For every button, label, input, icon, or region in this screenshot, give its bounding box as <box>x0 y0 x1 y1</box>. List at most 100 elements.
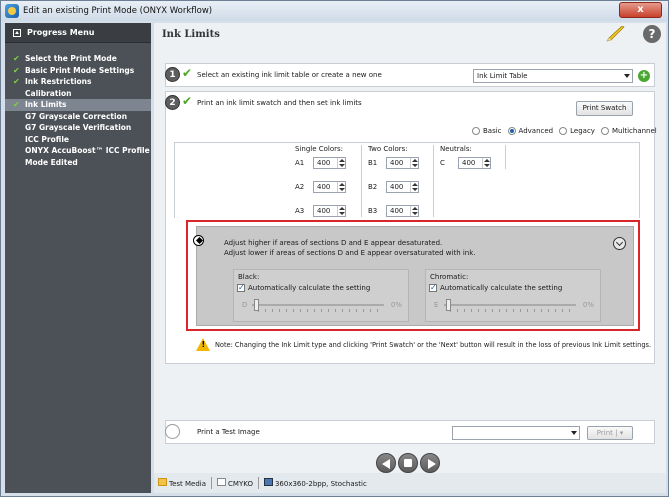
sidebar-item-label: Ink Restrictions <box>25 77 92 87</box>
radio-icon <box>600 127 609 135</box>
b2-spinner[interactable]: 400 <box>386 181 419 193</box>
ink-limit-table-dropdown[interactable]: Ink Limit Table <box>473 69 633 83</box>
radio-basic[interactable]: Basic <box>472 127 502 135</box>
window-title: Edit an existing Print Mode (ONYX Workfl… <box>23 6 213 16</box>
check-icon: ✔ <box>182 66 193 80</box>
radio-advanced[interactable]: Advanced <box>507 127 553 135</box>
step-3-panel: Print a Test Image Print | ▾ <box>165 420 655 444</box>
collapse-chevron-icon[interactable] <box>613 237 626 250</box>
close-window-button[interactable]: x <box>619 2 662 18</box>
sidebar-item-ink-restrictions[interactable]: ✔ Ink Restrictions <box>5 76 151 88</box>
ink-limit-mode-group: Basic Advanced Legacy Multichannel <box>472 127 657 135</box>
sidebar-item-g7-grayscale-correction[interactable]: G7 Grayscale Correction <box>5 111 151 123</box>
onyx-app-icon <box>5 4 19 18</box>
add-ink-limit-table-icon[interactable]: + <box>638 70 650 82</box>
sidebar-item-icc-profile[interactable]: ICC Profile <box>5 134 151 146</box>
checkbox-icon <box>237 283 245 292</box>
step-1-instruction: Select an existing ink limit table or cr… <box>197 71 382 79</box>
help-icon[interactable]: ? <box>643 25 661 43</box>
sidebar-item-ink-limits[interactable]: ✔ Ink Limits <box>5 99 151 111</box>
collapse-icon <box>13 28 21 37</box>
b1-spinner[interactable]: 400 <box>386 157 419 169</box>
progress-menu-header[interactable]: Progress Menu <box>5 23 151 43</box>
test-image-dropdown[interactable] <box>452 426 580 440</box>
chromatic-slider[interactable]: E 0% <box>434 299 594 312</box>
step-number-1: 1 <box>165 67 180 82</box>
sidebar-item-label: ONYX AccuBoost™ ICC Profile <box>25 146 150 156</box>
advanced-settings-highlight: Adjust higher if areas of sections D and… <box>186 220 640 331</box>
sidebar-item-calibration[interactable]: Calibration <box>5 88 151 100</box>
step-2-instruction: Print an ink limit swatch and then set i… <box>197 99 362 107</box>
next-button[interactable] <box>420 453 440 473</box>
radio-multichannel[interactable]: Multichannel <box>600 127 657 135</box>
single-colors-label: Single Colors: <box>295 145 344 153</box>
black-slider[interactable]: D 0% <box>242 299 402 312</box>
check-icon: ✔ <box>13 100 20 109</box>
sidebar-item-basic-print-mode-settings[interactable]: ✔ Basic Print Mode Settings <box>5 65 151 77</box>
black-value: 0% <box>390 301 402 309</box>
c-spinner[interactable]: 400 <box>458 157 491 169</box>
image-icon <box>263 478 273 486</box>
sidebar-item-label: Basic Print Mode Settings <box>25 65 135 75</box>
sidebar-item-label: Select the Print Mode <box>25 54 117 64</box>
warning-icon <box>196 338 210 351</box>
sidebar-item-label: Ink Limits <box>25 100 67 110</box>
a3-spinner[interactable]: 400 <box>313 205 346 217</box>
stop-button[interactable] <box>398 453 418 473</box>
slider-thumb[interactable] <box>446 299 451 311</box>
ink-limit-values: Single Colors: A1 400 A2 400 A3 400 Two … <box>174 142 640 218</box>
step-3-instruction: Print a Test Image <box>197 428 260 436</box>
limit-row-b2: B2 400 <box>368 181 419 193</box>
folder-icon <box>158 478 167 486</box>
a2-spinner[interactable]: 400 <box>313 181 346 193</box>
step-2-panel: 2 ✔ Print an ink limit swatch and then s… <box>165 91 657 364</box>
a1-spinner[interactable]: 400 <box>313 157 346 169</box>
chevron-down-icon <box>624 74 630 78</box>
sidebar-item-label: G7 Grayscale Verification <box>25 123 132 133</box>
advanced-instructions: Adjust higher if areas of sections D and… <box>224 239 476 257</box>
check-icon: ✔ <box>13 65 20 75</box>
progress-menu-list: ✔ Select the Print Mode ✔ Basic Print Mode … <box>5 43 151 168</box>
sidebar-item-select-the-print-mode[interactable]: ✔ Select the Print Mode <box>5 53 151 65</box>
divider <box>505 145 506 169</box>
limit-row-a3: A3 400 <box>295 205 346 217</box>
radio-icon <box>507 127 516 135</box>
title-bar: Edit an existing Print Mode (ONYX Workfl… <box>1 1 668 21</box>
black-settings-group: Black: Automatically calculate the setti… <box>233 269 409 322</box>
sidebar-item-mode-edited[interactable]: Mode Edited <box>5 157 151 169</box>
neutrals-label: Neutrals: <box>440 145 472 153</box>
chromatic-auto-checkbox[interactable]: Automatically calculate the setting <box>429 283 562 292</box>
radio-icon <box>472 127 480 135</box>
radio-icon <box>559 127 568 135</box>
check-icon: ✔ <box>182 94 193 108</box>
app-window: Edit an existing Print Mode (ONYX Workfl… <box>0 0 669 497</box>
sidebar-item-label: G7 Grayscale Correction <box>25 111 128 121</box>
slider-thumb[interactable] <box>254 299 259 311</box>
checkbox-icon <box>429 283 437 292</box>
main-header: Ink Limits ? <box>154 23 666 45</box>
sidebar-item-g7-grayscale-verification[interactable]: G7 Grayscale Verification <box>5 122 151 134</box>
print-test-image-button[interactable]: Print | ▾ <box>587 426 633 440</box>
chromatic-settings-group: Chromatic: Automatically calculate the s… <box>425 269 601 322</box>
divider <box>257 477 259 489</box>
wizard-navigation <box>376 453 440 473</box>
previous-button[interactable] <box>376 453 396 473</box>
step-1-panel: 1 ✔ Select an existing ink limit table o… <box>165 63 655 87</box>
main-panel: Ink Limits ? 1 ✔ Select an existing ink … <box>154 23 666 493</box>
status-bar: Test Media CMYKO 360x360-2bpp, Stochasti… <box>154 473 666 493</box>
limit-row-a1: A1 400 <box>295 157 346 169</box>
sidebar-item-onyx-accuboost-icc-profile[interactable]: ONYX AccuBoost™ ICC Profile <box>5 145 151 157</box>
sidebar-item-label: Mode Edited <box>25 157 78 167</box>
limit-row-a2: A2 400 <box>295 181 346 193</box>
edit-pencil-icon <box>606 26 625 42</box>
b3-spinner[interactable]: 400 <box>386 205 419 217</box>
print-swatch-button[interactable]: Print Swatch <box>576 101 633 116</box>
page-title: Ink Limits <box>162 28 220 40</box>
document-icon <box>217 478 227 486</box>
status-media: Test Media <box>158 478 206 488</box>
check-icon: ✔ <box>13 77 20 86</box>
black-auto-checkbox[interactable]: Automatically calculate the setting <box>237 283 370 292</box>
radio-legacy[interactable]: Legacy <box>559 127 595 135</box>
chromatic-label: Chromatic: <box>430 273 469 281</box>
black-label: Black: <box>238 273 260 281</box>
